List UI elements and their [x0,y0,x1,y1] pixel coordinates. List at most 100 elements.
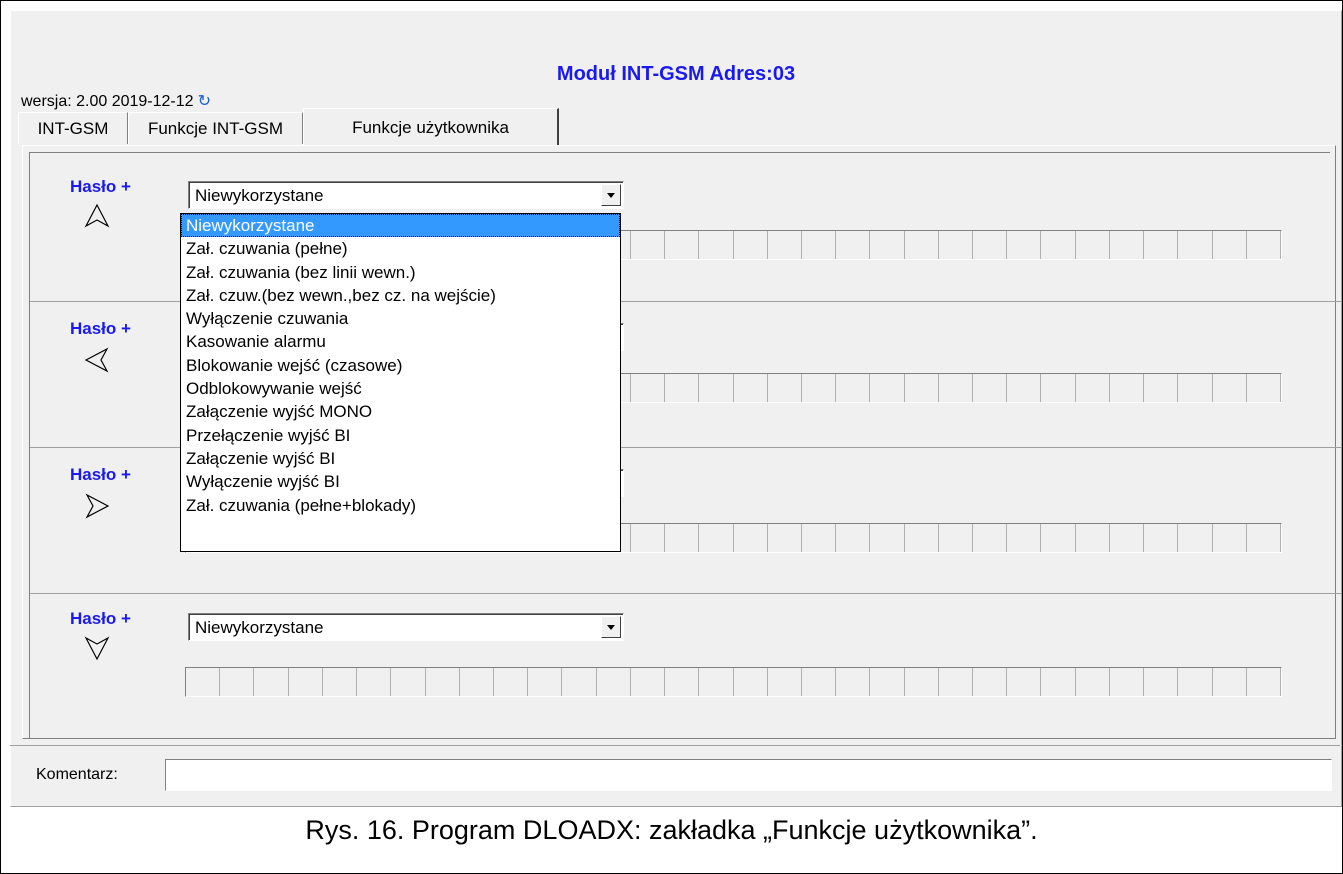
code-cell[interactable] [905,668,939,696]
code-cell[interactable] [665,374,700,402]
code-cell[interactable] [631,524,666,552]
code-cell[interactable] [1007,668,1042,696]
code-cell[interactable] [734,231,768,259]
dropdown-option[interactable]: Zał. czuwania (pełne) [181,237,620,260]
code-cell[interactable] [1110,374,1145,402]
code-cell[interactable] [734,524,768,552]
code-cell[interactable] [939,524,974,552]
code-cell[interactable] [870,374,905,402]
code-cell[interactable] [1178,524,1213,552]
code-cell[interactable] [357,668,392,696]
code-cell[interactable] [1041,668,1076,696]
dropdown-option[interactable]: Blokowanie wejść (czasowe) [181,354,620,377]
dropdown-option[interactable]: Przełączenie wyjść BI [181,424,620,447]
code-grid[interactable] [185,667,1282,697]
code-cell[interactable] [905,524,939,552]
code-cell[interactable] [768,374,802,402]
code-cell[interactable] [289,668,323,696]
code-cell[interactable] [1076,231,1110,259]
code-cell[interactable] [870,524,905,552]
code-cell[interactable] [768,524,802,552]
code-cell[interactable] [836,231,871,259]
code-cell[interactable] [1076,374,1110,402]
code-cell[interactable] [528,668,563,696]
code-cell[interactable] [1041,524,1076,552]
code-cell[interactable] [939,231,974,259]
code-cell[interactable] [1144,668,1179,696]
comment-input[interactable] [165,759,1332,791]
code-cell[interactable] [186,668,221,696]
code-cell[interactable] [699,524,734,552]
code-cell[interactable] [254,668,289,696]
code-cell[interactable] [1144,524,1179,552]
code-cell[interactable] [1144,374,1179,402]
code-cell[interactable] [973,524,1008,552]
code-cell[interactable] [665,668,700,696]
dropdown-option[interactable]: Niewykorzystane [181,214,620,238]
code-cell[interactable] [836,374,871,402]
code-cell[interactable] [905,374,939,402]
dropdown-option[interactable]: Zał. czuwania (pełne+blokady) [181,494,620,517]
dropdown-option[interactable]: Zał. czuw.(bez wewn.,bez cz. na wejście) [181,284,620,307]
code-cell[interactable] [939,374,974,402]
code-cell[interactable] [665,231,700,259]
code-cell[interactable] [1178,231,1213,259]
code-cell[interactable] [973,231,1008,259]
code-cell[interactable] [494,668,529,696]
code-cell[interactable] [220,668,255,696]
code-cell[interactable] [699,374,734,402]
code-cell[interactable] [1178,374,1213,402]
code-cell[interactable] [870,668,905,696]
tab-int-gsm[interactable]: INT-GSM [18,112,128,144]
code-cell[interactable] [1247,668,1281,696]
code-cell[interactable] [836,668,871,696]
code-cell[interactable] [1041,374,1076,402]
code-cell[interactable] [1007,231,1042,259]
code-cell[interactable] [665,524,700,552]
code-cell[interactable] [1076,668,1110,696]
code-cell[interactable] [973,668,1008,696]
code-cell[interactable] [836,524,871,552]
code-cell[interactable] [1110,668,1145,696]
code-cell[interactable] [802,668,837,696]
code-cell[interactable] [460,668,494,696]
code-cell[interactable] [802,374,837,402]
dropdown-option[interactable]: Zał. czuwania (bez linii wewn.) [181,261,620,284]
code-cell[interactable] [631,668,666,696]
code-cell[interactable] [1007,374,1042,402]
code-cell[interactable] [905,231,939,259]
code-cell[interactable] [1178,668,1213,696]
code-cell[interactable] [699,231,734,259]
code-cell[interactable] [734,668,768,696]
code-cell[interactable] [1247,524,1281,552]
code-cell[interactable] [1213,231,1247,259]
code-cell[interactable] [939,668,974,696]
code-cell[interactable] [631,231,666,259]
code-cell[interactable] [734,374,768,402]
tab-funkcje-uzytkownika[interactable]: Funkcje użytkownika [303,108,559,145]
code-cell[interactable] [597,668,631,696]
code-cell[interactable] [768,231,802,259]
code-cell[interactable] [1213,374,1247,402]
code-cell[interactable] [1076,524,1110,552]
code-cell[interactable] [323,668,358,696]
code-cell[interactable] [1110,524,1145,552]
code-cell[interactable] [1041,231,1076,259]
function-dropdown-list[interactable]: Niewykorzystane Zał. czuwania (pełne) Za… [180,213,621,552]
code-cell[interactable] [699,668,734,696]
code-cell[interactable] [973,374,1008,402]
dropdown-option[interactable]: Załączenie wyjść MONO [181,400,620,423]
code-cell[interactable] [1007,524,1042,552]
code-cell[interactable] [1110,231,1145,259]
dropdown-option[interactable]: Wyłączenie wyjść BI [181,470,620,493]
code-cell[interactable] [1213,524,1247,552]
code-cell[interactable] [426,668,460,696]
code-cell[interactable] [1247,374,1281,402]
code-cell[interactable] [391,668,426,696]
chevron-down-icon[interactable] [601,184,621,206]
chevron-down-icon[interactable] [601,616,621,638]
function-combo-up[interactable]: Niewykorzystane [188,181,624,209]
code-cell[interactable] [562,668,597,696]
code-cell[interactable] [1213,668,1247,696]
dropdown-option[interactable]: Kasowanie alarmu [181,330,620,353]
